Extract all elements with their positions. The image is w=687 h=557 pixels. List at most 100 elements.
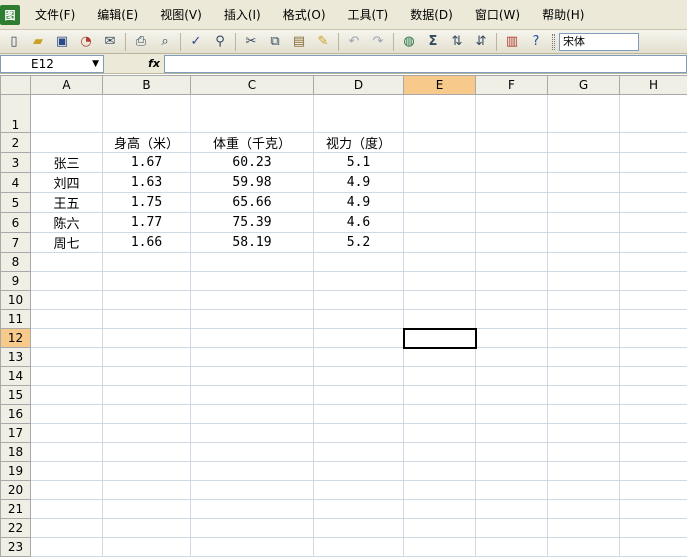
cell[interactable]: [620, 291, 687, 310]
cell[interactable]: [548, 405, 620, 424]
cell[interactable]: [31, 310, 103, 329]
vision-cell[interactable]: 5.2: [314, 233, 404, 253]
row-header[interactable]: 15: [1, 386, 31, 405]
cell[interactable]: [314, 367, 404, 386]
cell[interactable]: [404, 443, 476, 462]
vision-cell[interactable]: 4.9: [314, 193, 404, 213]
formula-input[interactable]: [164, 55, 687, 73]
cell[interactable]: [548, 462, 620, 481]
cell[interactable]: [191, 253, 314, 272]
column-header-a[interactable]: A: [31, 76, 103, 95]
cell[interactable]: [404, 95, 476, 133]
cell[interactable]: [314, 462, 404, 481]
format-painter-icon[interactable]: ✎: [313, 32, 333, 52]
column-header-h[interactable]: H: [620, 76, 687, 95]
cell[interactable]: [620, 443, 687, 462]
cell[interactable]: [548, 519, 620, 538]
cell[interactable]: [404, 348, 476, 367]
vision-cell[interactable]: 5.1: [314, 153, 404, 173]
name-cell[interactable]: 王五: [31, 193, 103, 213]
row-header[interactable]: 2: [1, 133, 31, 153]
cell[interactable]: [476, 329, 548, 348]
cell[interactable]: [548, 173, 620, 193]
cell[interactable]: [103, 310, 191, 329]
cell[interactable]: [476, 462, 548, 481]
cell[interactable]: [548, 500, 620, 519]
cell[interactable]: [31, 329, 103, 348]
cell[interactable]: [548, 481, 620, 500]
cell[interactable]: [103, 405, 191, 424]
row-header[interactable]: 14: [1, 367, 31, 386]
hyperlink-icon[interactable]: ◍: [399, 32, 419, 52]
insert-function-icon[interactable]: fx: [104, 57, 164, 70]
cell[interactable]: [191, 310, 314, 329]
cell[interactable]: [31, 500, 103, 519]
cell[interactable]: [404, 367, 476, 386]
cell[interactable]: [31, 95, 103, 133]
cell[interactable]: [548, 193, 620, 213]
cell[interactable]: [103, 272, 191, 291]
cell[interactable]: [314, 272, 404, 291]
cell[interactable]: [620, 272, 687, 291]
cell[interactable]: [31, 405, 103, 424]
cell[interactable]: [314, 481, 404, 500]
cell[interactable]: [314, 443, 404, 462]
row-header[interactable]: 3: [1, 153, 31, 173]
cell[interactable]: [314, 329, 404, 348]
row-header[interactable]: 13: [1, 348, 31, 367]
row-header[interactable]: 9: [1, 272, 31, 291]
cell[interactable]: [620, 253, 687, 272]
cell[interactable]: [548, 291, 620, 310]
cell[interactable]: [404, 519, 476, 538]
cell[interactable]: [191, 291, 314, 310]
weight-cell[interactable]: 75.39: [191, 213, 314, 233]
cell[interactable]: [31, 443, 103, 462]
copy-icon[interactable]: ⧉: [265, 32, 285, 52]
cell[interactable]: [314, 253, 404, 272]
height-cell[interactable]: 1.75: [103, 193, 191, 213]
cell[interactable]: [103, 386, 191, 405]
font-name-box[interactable]: 宋体: [559, 33, 639, 51]
cell[interactable]: [548, 133, 620, 153]
row-header[interactable]: 19: [1, 462, 31, 481]
help-icon[interactable]: ?: [526, 32, 546, 52]
print-icon[interactable]: ⎙: [131, 32, 151, 52]
research-icon[interactable]: ⚲: [210, 32, 230, 52]
cell[interactable]: [103, 253, 191, 272]
name-cell[interactable]: 刘四: [31, 173, 103, 193]
cell[interactable]: [404, 424, 476, 443]
cell[interactable]: [620, 133, 687, 153]
cell[interactable]: [103, 538, 191, 557]
autosum-icon[interactable]: Σ: [423, 32, 443, 52]
cell[interactable]: [191, 386, 314, 405]
cell[interactable]: [476, 291, 548, 310]
excel-app-icon[interactable]: 图: [0, 5, 20, 25]
cell[interactable]: [476, 253, 548, 272]
cell[interactable]: [314, 538, 404, 557]
cell[interactable]: [314, 500, 404, 519]
cell[interactable]: [31, 519, 103, 538]
cell[interactable]: [548, 213, 620, 233]
cell[interactable]: [103, 95, 191, 133]
cell[interactable]: [476, 153, 548, 173]
header-cell-weight[interactable]: 体重（千克）: [191, 133, 314, 153]
row-header-active[interactable]: 12: [1, 329, 31, 348]
cell[interactable]: [548, 443, 620, 462]
row-header[interactable]: 10: [1, 291, 31, 310]
cell[interactable]: [476, 95, 548, 133]
dropdown-arrow-icon[interactable]: ▼: [92, 59, 99, 69]
header-cell-vision[interactable]: 视力（度）: [314, 133, 404, 153]
row-header[interactable]: 21: [1, 500, 31, 519]
menu-data[interactable]: 数据(D): [405, 4, 458, 25]
select-all-corner[interactable]: [1, 76, 31, 95]
cell[interactable]: [31, 538, 103, 557]
cell[interactable]: [476, 233, 548, 253]
cell[interactable]: [314, 519, 404, 538]
cell[interactable]: [191, 348, 314, 367]
cell[interactable]: [548, 348, 620, 367]
cell[interactable]: [476, 538, 548, 557]
weight-cell[interactable]: 58.19: [191, 233, 314, 253]
cell[interactable]: [191, 424, 314, 443]
cell[interactable]: [404, 462, 476, 481]
redo-icon[interactable]: ↷: [368, 32, 388, 52]
